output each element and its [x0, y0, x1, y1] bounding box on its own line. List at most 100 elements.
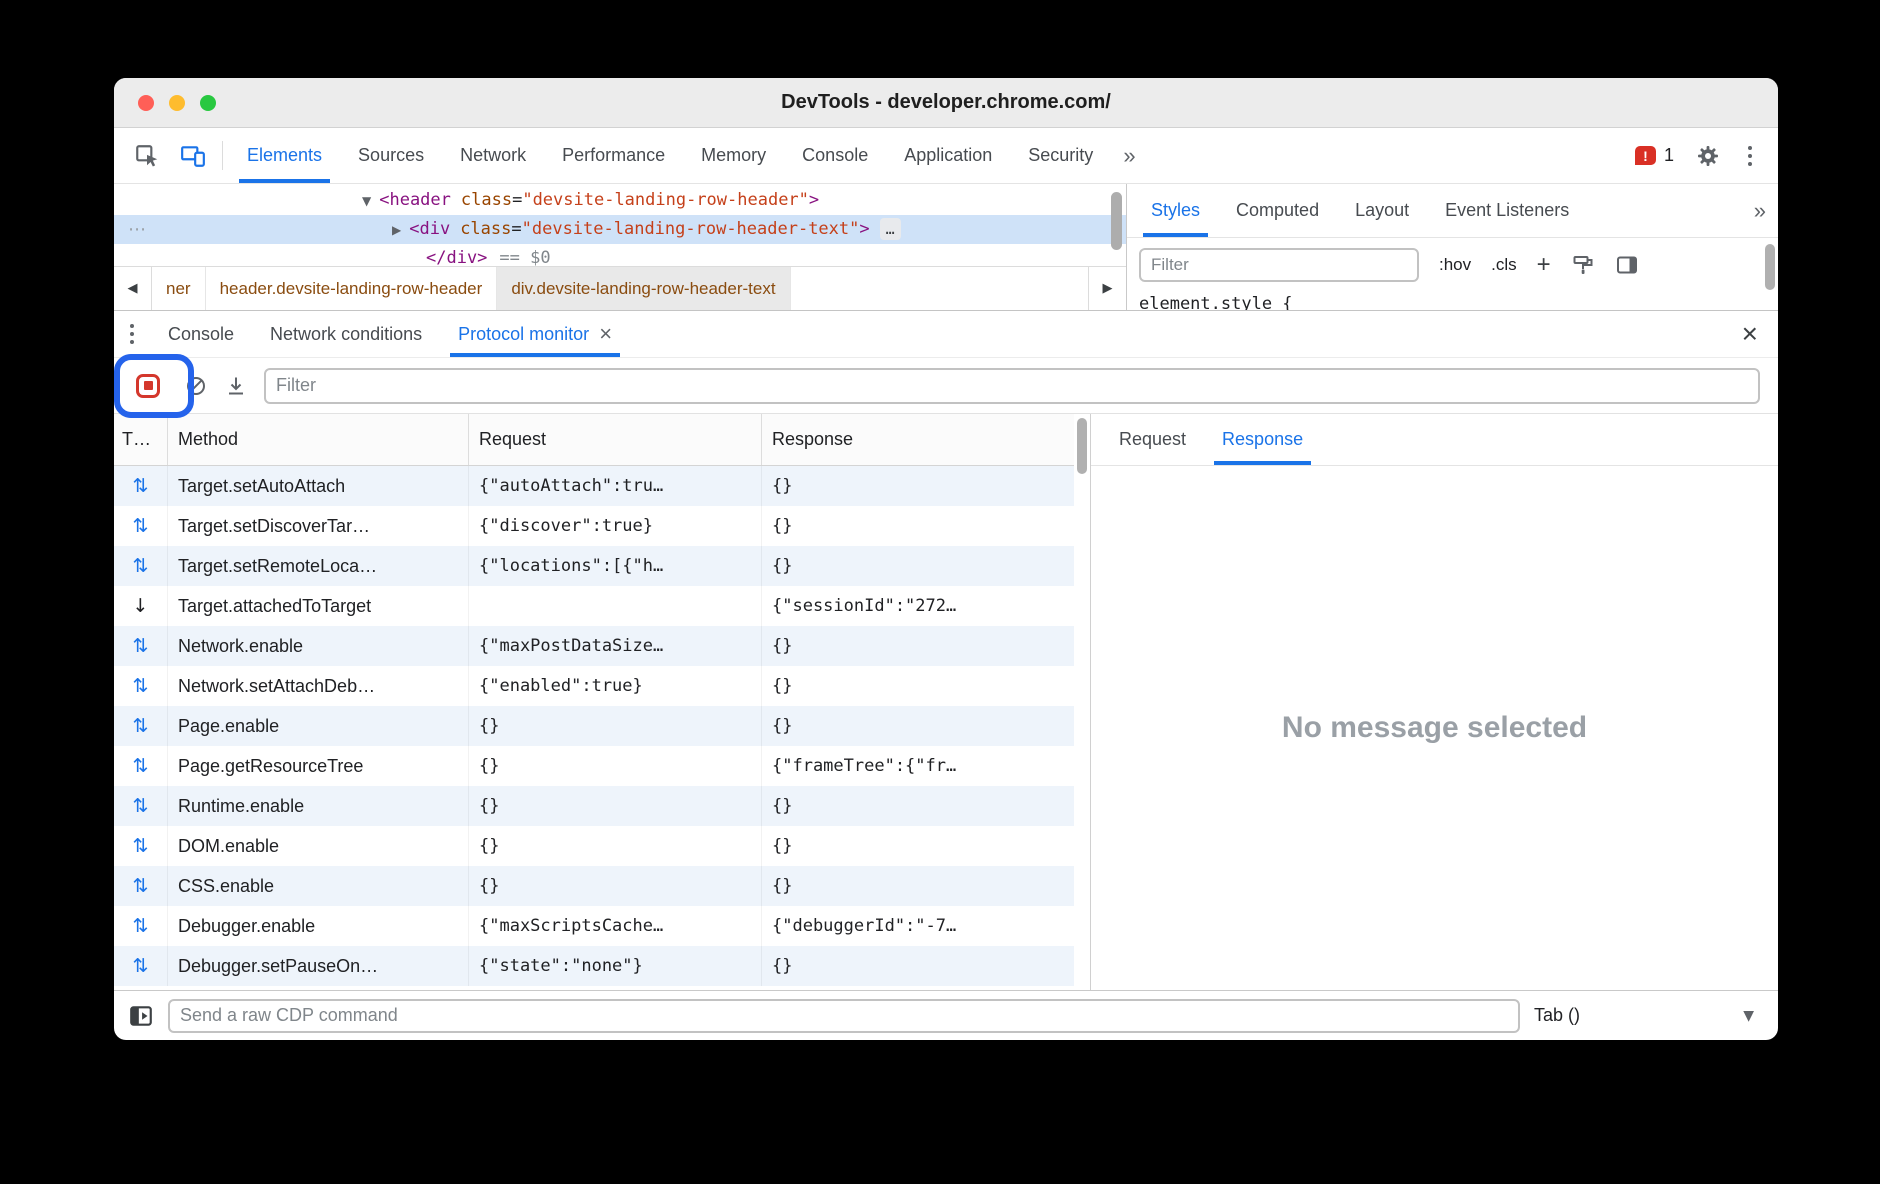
protocol-monitor-toolbar	[114, 358, 1778, 414]
tab-event-listeners[interactable]: Event Listeners	[1427, 184, 1587, 237]
breadcrumb-item-header[interactable]: header.devsite-landing-row-header	[206, 267, 498, 310]
response-cell: {"sessionId":"272…	[762, 586, 1074, 626]
attr-equals: =	[512, 190, 522, 210]
table-row[interactable]: ⇅ Debugger.setPauseOn… {"state":"none"} …	[114, 946, 1074, 986]
close-window-button[interactable]	[138, 95, 154, 111]
table-row[interactable]: ⇅ Target.setDiscoverTar… {"discover":tru…	[114, 506, 1074, 546]
table-row[interactable]: ⇅ Network.enable {"maxPostDataSize… {}	[114, 626, 1074, 666]
viewer-tab-response[interactable]: Response	[1204, 414, 1321, 465]
drawer-tab-protocol-monitor[interactable]: Protocol monitor ×	[440, 311, 630, 357]
minimize-window-button[interactable]	[169, 95, 185, 111]
request-cell: {"autoAttach":tru…	[469, 466, 762, 506]
clear-button[interactable]	[184, 374, 208, 398]
inspect-element-button[interactable]	[124, 128, 170, 183]
tab-elements[interactable]: Elements	[229, 128, 340, 183]
request-cell: {}	[469, 786, 762, 826]
drawer-tab-label: Protocol monitor	[458, 324, 589, 345]
close-tab-icon[interactable]: ×	[599, 321, 612, 347]
breadcrumb-scroll-right-icon[interactable]: ▶	[1088, 267, 1126, 310]
response-cell: {}	[762, 866, 1074, 906]
tab-computed[interactable]: Computed	[1218, 184, 1337, 237]
tab-memory[interactable]: Memory	[683, 128, 784, 183]
table-row[interactable]: ↓ Target.attachedToTarget {"sessionId":"…	[114, 586, 1074, 626]
device-toolbar-button[interactable]	[170, 128, 216, 183]
breadcrumb-item-banner[interactable]: ner	[152, 267, 206, 310]
main-menu-button[interactable]	[1742, 146, 1758, 166]
table-scrollbar[interactable]	[1077, 418, 1087, 474]
method-cell: Target.attachedToTarget	[168, 586, 469, 626]
save-button[interactable]	[224, 374, 248, 398]
table-row[interactable]: ⇅ Page.enable {} {}	[114, 706, 1074, 746]
dom-node-closing[interactable]: </div>== $0	[114, 244, 1126, 266]
column-header-type[interactable]: T…	[114, 414, 168, 465]
cdp-command-input[interactable]	[168, 999, 1520, 1033]
request-cell: {}	[469, 826, 762, 866]
styles-filter-input[interactable]	[1139, 248, 1419, 282]
method-cell: Page.enable	[168, 706, 469, 746]
table-row[interactable]: ⇅ Target.setRemoteLoca… {"locations":[{"…	[114, 546, 1074, 586]
request-cell: {}	[469, 866, 762, 906]
record-button[interactable]	[128, 374, 168, 398]
tab-network[interactable]: Network	[442, 128, 544, 183]
toolbar-divider	[222, 141, 223, 170]
drawer-tab-console[interactable]: Console	[150, 311, 252, 357]
target-selector-dropdown[interactable]: Tab () ▼	[1534, 1005, 1764, 1026]
more-tabs-button[interactable]: »	[1111, 128, 1147, 183]
dom-tree: ▼<headerclass="devsite-landing-row-heade…	[114, 184, 1126, 266]
close-drawer-button[interactable]: ×	[1722, 320, 1778, 348]
drawer-tab-network-conditions[interactable]: Network conditions	[252, 311, 440, 357]
direction-icon: ↓	[114, 586, 168, 626]
direction-icon: ⇅	[114, 706, 168, 746]
expand-arrow-icon[interactable]: ▶	[392, 223, 401, 237]
table-row[interactable]: ⇅ Network.setAttachDeb… {"enabled":true}…	[114, 666, 1074, 706]
drawer-menu-button[interactable]	[114, 324, 150, 344]
collapse-arrow-icon[interactable]: ▼	[362, 194, 371, 208]
styles-scrollbar[interactable]	[1765, 244, 1775, 290]
tab-console[interactable]: Console	[784, 128, 886, 183]
table-row[interactable]: ⇅ DOM.enable {} {}	[114, 826, 1074, 866]
tab-performance[interactable]: Performance	[544, 128, 683, 183]
element-classes-button[interactable]: .cls	[1491, 255, 1517, 275]
issues-counter[interactable]: ! 1	[1635, 145, 1674, 166]
tab-styles[interactable]: Styles	[1133, 184, 1218, 237]
column-header-response[interactable]: Response	[762, 414, 1074, 465]
drawer-tab-bar: Console Network conditions Protocol moni…	[114, 310, 1778, 358]
table-row[interactable]: ⇅ Runtime.enable {} {}	[114, 786, 1074, 826]
response-cell: {}	[762, 666, 1074, 706]
direction-icon: ⇅	[114, 666, 168, 706]
breadcrumb-item-div[interactable]: div.devsite-landing-row-header-text	[497, 267, 790, 310]
dom-node-div-selected[interactable]: ⋯ ▶<divclass="devsite-landing-row-header…	[114, 215, 1126, 244]
column-header-request[interactable]: Request	[469, 414, 762, 465]
dollar-zero-marker: == $0	[499, 248, 550, 266]
protocol-filter-input[interactable]	[264, 368, 1760, 404]
table-row[interactable]: ⇅ Debugger.enable {"maxScriptsCache… {"d…	[114, 906, 1074, 946]
toggle-command-editor-button[interactable]	[128, 1003, 154, 1029]
tab-security[interactable]: Security	[1010, 128, 1111, 183]
table-row[interactable]: ⇅ CSS.enable {} {}	[114, 866, 1074, 906]
direction-icon: ⇅	[114, 626, 168, 666]
tab-sources[interactable]: Sources	[340, 128, 442, 183]
viewer-tab-request[interactable]: Request	[1101, 414, 1204, 465]
zoom-window-button[interactable]	[200, 95, 216, 111]
tag-open: <div	[409, 219, 450, 239]
dom-node-header[interactable]: ▼<headerclass="devsite-landing-row-heade…	[114, 186, 1126, 215]
rendering-emulation-button[interactable]	[1571, 253, 1595, 277]
tab-layout[interactable]: Layout	[1337, 184, 1427, 237]
inline-more-button[interactable]: …	[880, 218, 901, 240]
new-style-rule-button[interactable]: +	[1537, 253, 1551, 277]
direction-icon: ⇅	[114, 826, 168, 866]
method-cell: Network.setAttachDeb…	[168, 666, 469, 706]
breadcrumb-scroll-left-icon[interactable]: ◀	[114, 267, 152, 310]
toggle-element-state-button[interactable]: :hov	[1439, 255, 1471, 275]
toggle-sidebar-button[interactable]	[1615, 253, 1639, 277]
table-row[interactable]: ⇅ Target.setAutoAttach {"autoAttach":tru…	[114, 466, 1074, 506]
node-more-actions-icon[interactable]: ⋯	[128, 215, 146, 244]
elements-scrollbar[interactable]	[1111, 192, 1122, 250]
direction-icon: ⇅	[114, 866, 168, 906]
more-sidebar-tabs-button[interactable]: »	[1742, 184, 1778, 237]
tab-application[interactable]: Application	[886, 128, 1010, 183]
record-icon	[136, 374, 160, 398]
settings-button[interactable]	[1696, 144, 1720, 168]
column-header-method[interactable]: Method	[168, 414, 469, 465]
table-row[interactable]: ⇅ Page.getResourceTree {} {"frameTree":{…	[114, 746, 1074, 786]
